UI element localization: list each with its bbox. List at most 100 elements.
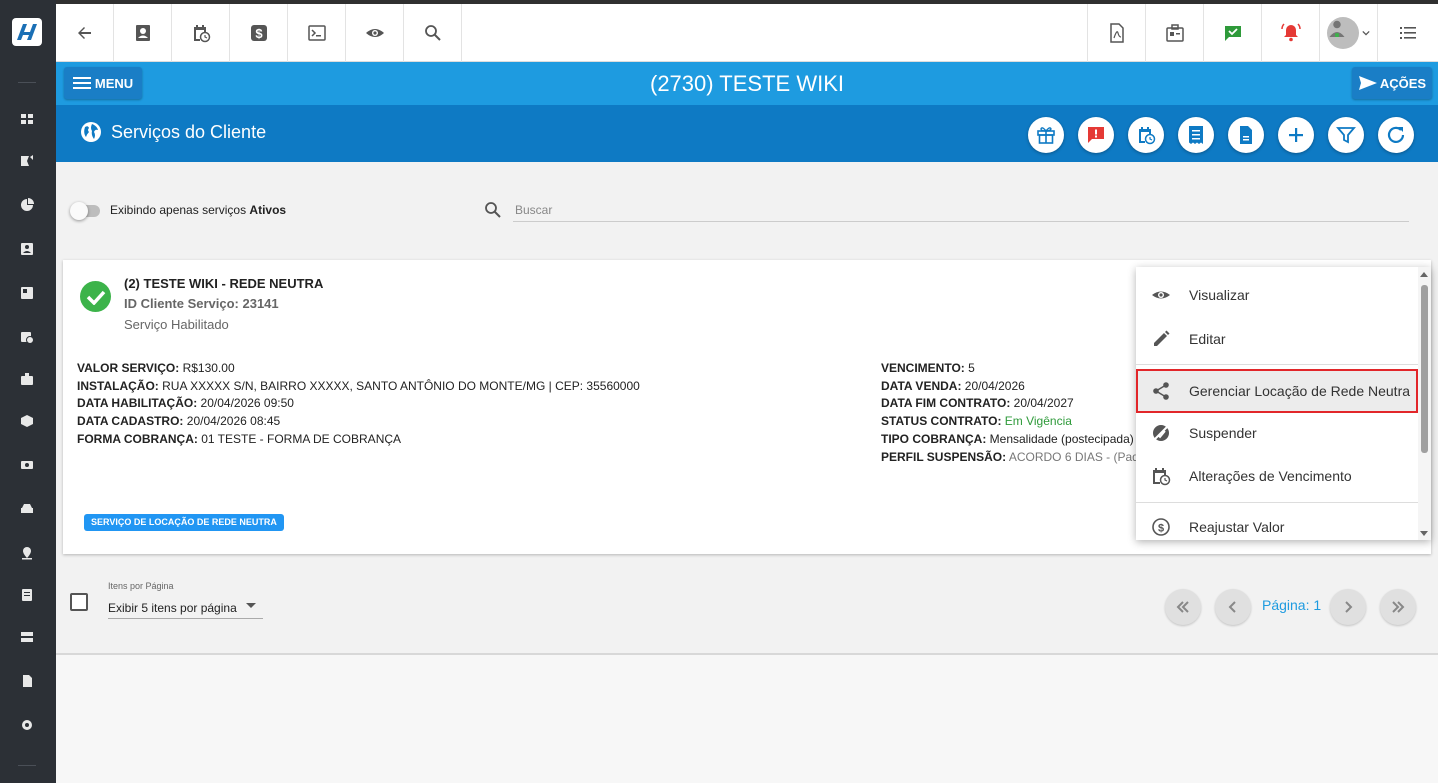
scrollbar-thumb[interactable] xyxy=(1421,285,1428,453)
menu-item-label: Suspender xyxy=(1189,425,1257,441)
search-icon xyxy=(485,202,501,218)
id-badge-icon xyxy=(1165,24,1184,42)
eye-icon xyxy=(1151,285,1171,305)
finance-button[interactable]: $ xyxy=(230,4,288,62)
due-date-button[interactable] xyxy=(1128,117,1164,153)
actions-button[interactable]: AÇÕES xyxy=(1352,67,1432,99)
page-title: (2730) TESTE WIKI xyxy=(650,71,844,96)
arrow-left-icon xyxy=(77,27,91,39)
receipt-icon xyxy=(1189,126,1203,144)
menu-item-suspender[interactable]: Suspender xyxy=(1136,413,1418,453)
suspend-icon xyxy=(1151,423,1171,443)
back-button[interactable] xyxy=(56,4,114,62)
service-details-right: VENCIMENTO: 5 DATA VENDA: 20/04/2026 DAT… xyxy=(881,360,1150,466)
receipt-button[interactable] xyxy=(1178,117,1214,153)
search-input[interactable] xyxy=(513,198,1409,222)
list-icon xyxy=(1400,27,1416,39)
search-button[interactable] xyxy=(404,4,462,62)
sidebar-reports-chart-icon[interactable] xyxy=(16,194,38,216)
menu-item-visualizar[interactable]: Visualizar xyxy=(1136,275,1418,315)
chat-check-icon xyxy=(1224,26,1241,41)
empty-area xyxy=(56,655,1438,783)
sidebar-inventory-icon[interactable] xyxy=(16,368,38,390)
sidebar-cards-icon[interactable] xyxy=(16,282,38,304)
detail-row: PERFIL SUSPENSÃO: ACORDO 6 DIAS - (Padrã xyxy=(881,449,1150,464)
section-title: Serviços do Cliente xyxy=(111,122,267,142)
select-all-checkbox[interactable] xyxy=(70,593,88,611)
left-sidebar xyxy=(0,0,56,783)
menu-item-label: Editar xyxy=(1189,331,1226,347)
menu-divider xyxy=(1136,364,1418,365)
pdf-button[interactable] xyxy=(1087,4,1145,62)
previous-page-button[interactable] xyxy=(1215,589,1251,625)
sidebar-list-icon[interactable] xyxy=(16,584,38,606)
menu-item-editar[interactable]: Editar xyxy=(1136,319,1418,359)
sidebar-dashboard-icon[interactable] xyxy=(16,108,38,130)
chevron-right-icon xyxy=(1345,601,1353,613)
detail-row: VALOR SERVIÇO: R$130.00 xyxy=(77,361,235,375)
service-actions-menu: Visualizar Editar Gerenciar Locação de R… xyxy=(1136,267,1431,540)
top-toolbar: $ xyxy=(56,4,1438,62)
filter-button[interactable] xyxy=(1328,117,1364,153)
menu-item-gerenciar-locacao[interactable]: Gerenciar Locação de Rede Neutra xyxy=(1136,369,1418,413)
refresh-button[interactable] xyxy=(1378,117,1414,153)
first-page-button[interactable] xyxy=(1165,589,1201,625)
menu-scrollbar[interactable] xyxy=(1418,267,1431,540)
messages-button[interactable] xyxy=(1203,4,1261,62)
sidebar-settings-gear-icon[interactable] xyxy=(16,714,38,736)
service-name: (2) TESTE WIKI - REDE NEUTRA xyxy=(124,276,324,291)
last-page-button[interactable] xyxy=(1380,589,1416,625)
user-menu-button[interactable] xyxy=(1319,4,1377,62)
document-button[interactable] xyxy=(1228,117,1264,153)
double-chevron-right-icon xyxy=(1392,601,1405,613)
menu-item-label: Gerenciar Locação de Rede Neutra xyxy=(1189,383,1411,399)
scroll-down-icon[interactable] xyxy=(1420,531,1428,536)
badge-button[interactable] xyxy=(1145,4,1203,62)
scroll-up-icon[interactable] xyxy=(1420,272,1428,277)
terminal-button[interactable] xyxy=(288,4,346,62)
detail-row: TIPO COBRANÇA: Mensalidade (postecipada) xyxy=(881,431,1134,446)
menu-item-label: Visualizar xyxy=(1189,287,1250,303)
toggle-label: Exibindo apenas serviços Ativos xyxy=(110,203,287,217)
sidebar-finance-icon[interactable] xyxy=(16,454,38,476)
active-services-toggle[interactable] xyxy=(70,202,100,220)
detail-row: INSTALAÇÃO: RUA XXXXX S/N, BAIRRO XXXXX,… xyxy=(77,378,640,393)
alert-message-button[interactable] xyxy=(1078,117,1114,153)
list-menu-button[interactable] xyxy=(1377,4,1438,62)
detail-row: DATA CADASTRO: 20/04/2026 08:45 xyxy=(77,414,281,429)
view-button[interactable] xyxy=(346,4,404,62)
svg-text:$: $ xyxy=(1158,523,1164,535)
sidebar-schedule-icon[interactable] xyxy=(16,326,38,348)
next-page-button[interactable] xyxy=(1330,589,1366,625)
refresh-icon xyxy=(1387,126,1405,143)
add-service-button[interactable] xyxy=(1278,117,1314,153)
gift-button[interactable] xyxy=(1028,117,1064,153)
alerts-button[interactable] xyxy=(1261,4,1319,62)
menu-item-reajustar-valor[interactable]: $ Reajustar Valor xyxy=(1136,507,1418,540)
calendar-clock-icon xyxy=(193,25,210,43)
globe-icon xyxy=(81,122,101,142)
items-per-page-select[interactable]: Exibir 5 itens por página xyxy=(108,597,263,619)
send-icon xyxy=(1358,76,1377,90)
sidebar-package-icon[interactable] xyxy=(16,410,38,432)
service-id: ID Cliente Serviço: 23141 xyxy=(124,296,279,311)
sidebar-document-icon[interactable] xyxy=(16,670,38,692)
chevron-left-icon xyxy=(1228,601,1236,613)
double-chevron-left-icon xyxy=(1176,601,1189,613)
sidebar-server-icon[interactable] xyxy=(16,626,38,648)
app-logo[interactable] xyxy=(12,18,42,46)
contact-card-button[interactable] xyxy=(114,4,172,62)
menu-item-alteracoes-vencimento[interactable]: Alterações de Vencimento xyxy=(1136,456,1418,496)
client-header-bar: MENU (2730) TESTE WIKI AÇÕES xyxy=(56,62,1438,105)
dollar-icon: $ xyxy=(250,25,267,41)
service-status: Serviço Habilitado xyxy=(124,317,229,332)
sidebar-contacts-icon[interactable] xyxy=(16,238,38,260)
sidebar-marketing-icon[interactable] xyxy=(16,150,38,172)
caret-down-icon xyxy=(246,603,256,608)
pdf-icon xyxy=(1109,23,1124,43)
service-type-badge: SERVIÇO DE LOCAÇÃO DE REDE NEUTRA xyxy=(84,514,284,531)
bell-alert-icon xyxy=(1280,23,1301,42)
calendar-clock-button[interactable] xyxy=(172,4,230,62)
sidebar-vehicle-icon[interactable] xyxy=(16,498,38,520)
sidebar-map-pin-icon[interactable] xyxy=(16,542,38,564)
